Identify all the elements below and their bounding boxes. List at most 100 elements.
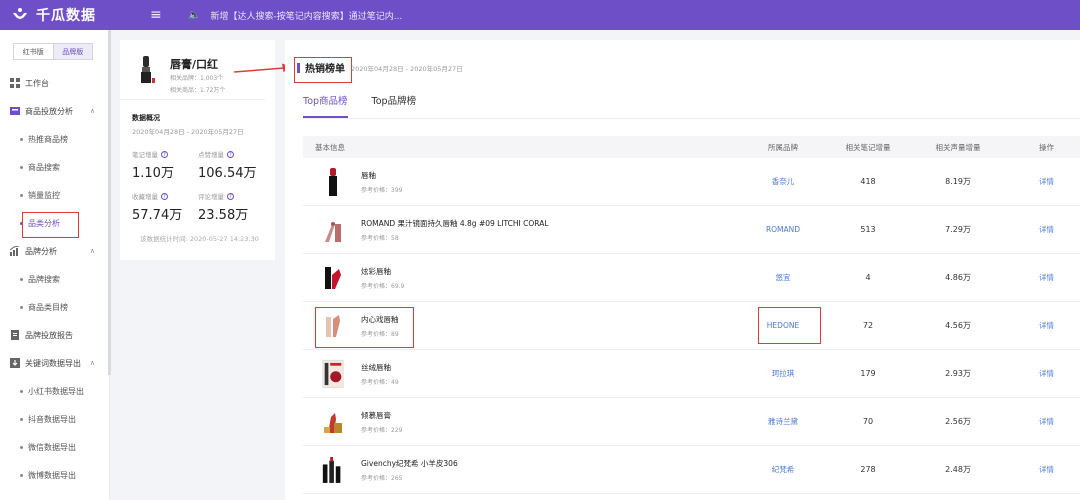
sidebar-item-14[interactable]: 微博数据导出 bbox=[0, 461, 109, 489]
chevron-up-icon[interactable]: ∧ bbox=[90, 359, 95, 367]
product-name[interactable]: 倾慕唇膏 bbox=[361, 410, 402, 421]
help-icon[interactable]: ? bbox=[161, 192, 168, 200]
brand-link[interactable]: 雅诗兰黛 bbox=[768, 417, 798, 426]
table-row[interactable]: 炫彩唇釉 参考价格：69.9 悠宜 4 4.86万 详情 bbox=[303, 254, 1080, 302]
product-price: 参考价格：58 bbox=[361, 234, 399, 242]
table-row[interactable]: 倾慕唇膏 参考价格：229 雅诗兰黛 70 2.56万 详情 bbox=[303, 398, 1080, 446]
version-tab-brand[interactable]: 品牌版 bbox=[52, 44, 92, 59]
highlight-ranking-title bbox=[294, 57, 352, 83]
help-icon[interactable]: ? bbox=[161, 150, 168, 158]
lipstick-trio-icon[interactable] bbox=[321, 455, 345, 485]
detail-link[interactable]: 详情 bbox=[1039, 225, 1054, 234]
menu-toggle-icon[interactable]: ≡ bbox=[150, 7, 170, 23]
notes-increment: 278 bbox=[860, 465, 876, 474]
table-row[interactable]: Givenchy纪梵希 小羊皮306 参考价格：265 纪梵希 278 2.48万 详情 bbox=[303, 446, 1080, 494]
product-info[interactable]: 倾慕唇膏参考价格：229 bbox=[303, 407, 733, 437]
product-info[interactable]: 炫彩唇釉参考价格：69.9 bbox=[303, 263, 733, 293]
tab-top-brands[interactable]: Top品牌榜 bbox=[372, 93, 417, 118]
notice-bar[interactable]: 🔈 新增【达人搜索-按笔记内容搜索】通过笔记内... bbox=[188, 9, 402, 22]
product-price: 参考价格：69.9 bbox=[361, 282, 405, 290]
product-name[interactable]: ROMAND 果汁镜面持久唇釉 4.8g #09 LITCHI CORAL bbox=[361, 218, 549, 229]
sidebar-item-7[interactable]: 品牌搜索 bbox=[0, 265, 109, 293]
product-name[interactable]: Givenchy纪梵希 小羊皮306 bbox=[361, 458, 458, 469]
help-icon[interactable]: ? bbox=[227, 192, 234, 200]
logo[interactable]: 千瓜数据 bbox=[0, 5, 150, 25]
overview-date: 2020年04月28日 - 2020年05月27日 bbox=[132, 128, 244, 136]
highlight-brand-cell bbox=[758, 307, 821, 344]
voice-increment: 2.48万 bbox=[945, 465, 971, 474]
voice-increment: 2.93万 bbox=[945, 369, 971, 378]
detail-link[interactable]: 详情 bbox=[1039, 273, 1054, 282]
product-price: 参考价格：49 bbox=[361, 378, 399, 386]
operation-cell: 详情 bbox=[1013, 272, 1080, 283]
dashboard-icon bbox=[10, 78, 25, 88]
version-tab-red[interactable]: 红书版 bbox=[14, 44, 53, 59]
tabs-divider bbox=[303, 118, 1080, 119]
chevron-up-icon[interactable]: ∧ bbox=[90, 107, 95, 115]
help-icon[interactable]: ? bbox=[227, 150, 234, 158]
category-title: 唇膏/口红 bbox=[170, 58, 219, 71]
sidebar-item-12[interactable]: 抖音数据导出 bbox=[0, 405, 109, 433]
table-row[interactable]: 丝绒唇釉 参考价格：49 珂拉琪 179 2.93万 详情 bbox=[303, 350, 1080, 398]
table-row[interactable]: ROMAND 果汁镜面持久唇釉 4.8g #09 LITCHI CORAL 参考价… bbox=[303, 206, 1080, 254]
sidebar-group-9[interactable]: 品牌投放报告 bbox=[0, 321, 109, 349]
notes-increment: 418 bbox=[860, 177, 876, 186]
sidebar-group-0[interactable]: 工作台 bbox=[0, 69, 109, 97]
product-name[interactable]: 唇釉 bbox=[361, 170, 402, 181]
sidebar-item-2[interactable]: 热推商品榜 bbox=[0, 125, 109, 153]
brand-link[interactable]: 纪梵希 bbox=[772, 465, 795, 474]
lipstick-gold-icon[interactable] bbox=[321, 407, 345, 437]
product-text: ROMAND 果汁镜面持久唇釉 4.8g #09 LITCHI CORAL 参考价… bbox=[361, 218, 549, 242]
product-text: 倾慕唇膏参考价格：229 bbox=[361, 410, 402, 434]
sidebar-item-4[interactable]: 销量监控 bbox=[0, 181, 109, 209]
product-info[interactable]: 唇釉 参考价格：399 bbox=[303, 167, 733, 197]
product-name[interactable]: 丝绒唇釉 bbox=[361, 362, 399, 373]
sidebar-item-11[interactable]: 小红书数据导出 bbox=[0, 377, 109, 405]
overview-title: 数据概况 bbox=[132, 114, 160, 122]
brand-link[interactable]: 珂拉琪 bbox=[772, 369, 795, 378]
product-price: 参考价格：229 bbox=[361, 426, 403, 434]
brand-link[interactable]: 悠宜 bbox=[776, 273, 791, 282]
product-info[interactable]: ROMAND 果汁镜面持久唇釉 4.8g #09 LITCHI CORAL 参考价… bbox=[303, 215, 733, 245]
sidebar-group-1[interactable]: 商品投放分析 ∧ bbox=[0, 97, 109, 125]
table-row[interactable]: 唇釉 参考价格：399 香奈儿 418 8.19万 详情 bbox=[303, 158, 1080, 206]
lipstick-black-icon[interactable] bbox=[321, 167, 345, 197]
sidebar-scrollbar[interactable] bbox=[108, 30, 111, 375]
sidebar-item-label: 微博数据导出 bbox=[28, 470, 76, 480]
tab-top-goods[interactable]: Top商品榜 bbox=[303, 93, 348, 118]
lipstick-red-icon[interactable] bbox=[321, 263, 345, 293]
sidebar-item-label: 商品搜索 bbox=[28, 162, 60, 172]
sidebar-group-6[interactable]: 品牌分析 ∧ bbox=[0, 237, 109, 265]
metrics-grid: 笔记增量? 1.10万 点赞增量? 106.54万 收藏增量? 57.74万 评… bbox=[132, 149, 275, 223]
product-name[interactable]: 炫彩唇釉 bbox=[361, 266, 404, 277]
table-header: 基本信息 所属品牌 相关笔记增量 相关声量增量 操作 bbox=[303, 136, 1080, 158]
detail-link[interactable]: 详情 bbox=[1039, 369, 1054, 378]
highlight-product-row bbox=[315, 307, 414, 348]
product-brand: 珂拉琪 bbox=[733, 368, 833, 379]
sidebar-item-3[interactable]: 商品搜索 bbox=[0, 153, 109, 181]
sidebar-nav: 工作台 商品投放分析 ∧ 热推商品榜 商品搜索 销量监控 品类分析 品牌分析 ∧ 品牌搜索 商品类目… bbox=[0, 69, 109, 489]
related-goods: 相关商品：1.72万个 bbox=[170, 87, 226, 94]
sidebar-group-10[interactable]: 关键词数据导出 ∧ bbox=[0, 349, 109, 377]
sidebar-item-label: 微信数据导出 bbox=[28, 442, 76, 452]
sidebar-item-13[interactable]: 微信数据导出 bbox=[0, 433, 109, 461]
detail-link[interactable]: 详情 bbox=[1039, 177, 1054, 186]
data-overview: 数据概况 2020年04月28日 - 2020年05月27日 笔记增量? 1.1… bbox=[120, 100, 275, 243]
brand-link[interactable]: 香奈儿 bbox=[772, 177, 795, 186]
chevron-up-icon[interactable]: ∧ bbox=[90, 247, 95, 255]
detail-link[interactable]: 详情 bbox=[1039, 465, 1054, 474]
metric-likes: 点赞增量? 106.54万 bbox=[198, 150, 257, 181]
sidebar-item-8[interactable]: 商品类目榜 bbox=[0, 293, 109, 321]
table-row[interactable]: 内心戏唇釉 参考价格：89 HEDONE 72 4.56万 详情 bbox=[303, 302, 1080, 350]
category-lipstick-icon bbox=[141, 56, 155, 83]
detail-link[interactable]: 详情 bbox=[1039, 417, 1054, 426]
brand-link[interactable]: ROMAND bbox=[766, 225, 800, 234]
lipstick-box-icon[interactable] bbox=[321, 359, 345, 389]
detail-link[interactable]: 详情 bbox=[1039, 321, 1054, 330]
goods-icon bbox=[10, 106, 25, 116]
product-info[interactable]: 丝绒唇釉参考价格：49 bbox=[303, 359, 733, 389]
logo-icon bbox=[13, 8, 27, 19]
product-info[interactable]: Givenchy纪梵希 小羊皮306 参考价格：265 bbox=[303, 455, 733, 485]
lip-gloss-icon[interactable] bbox=[321, 215, 345, 245]
voice-increment: 8.19万 bbox=[945, 177, 971, 186]
